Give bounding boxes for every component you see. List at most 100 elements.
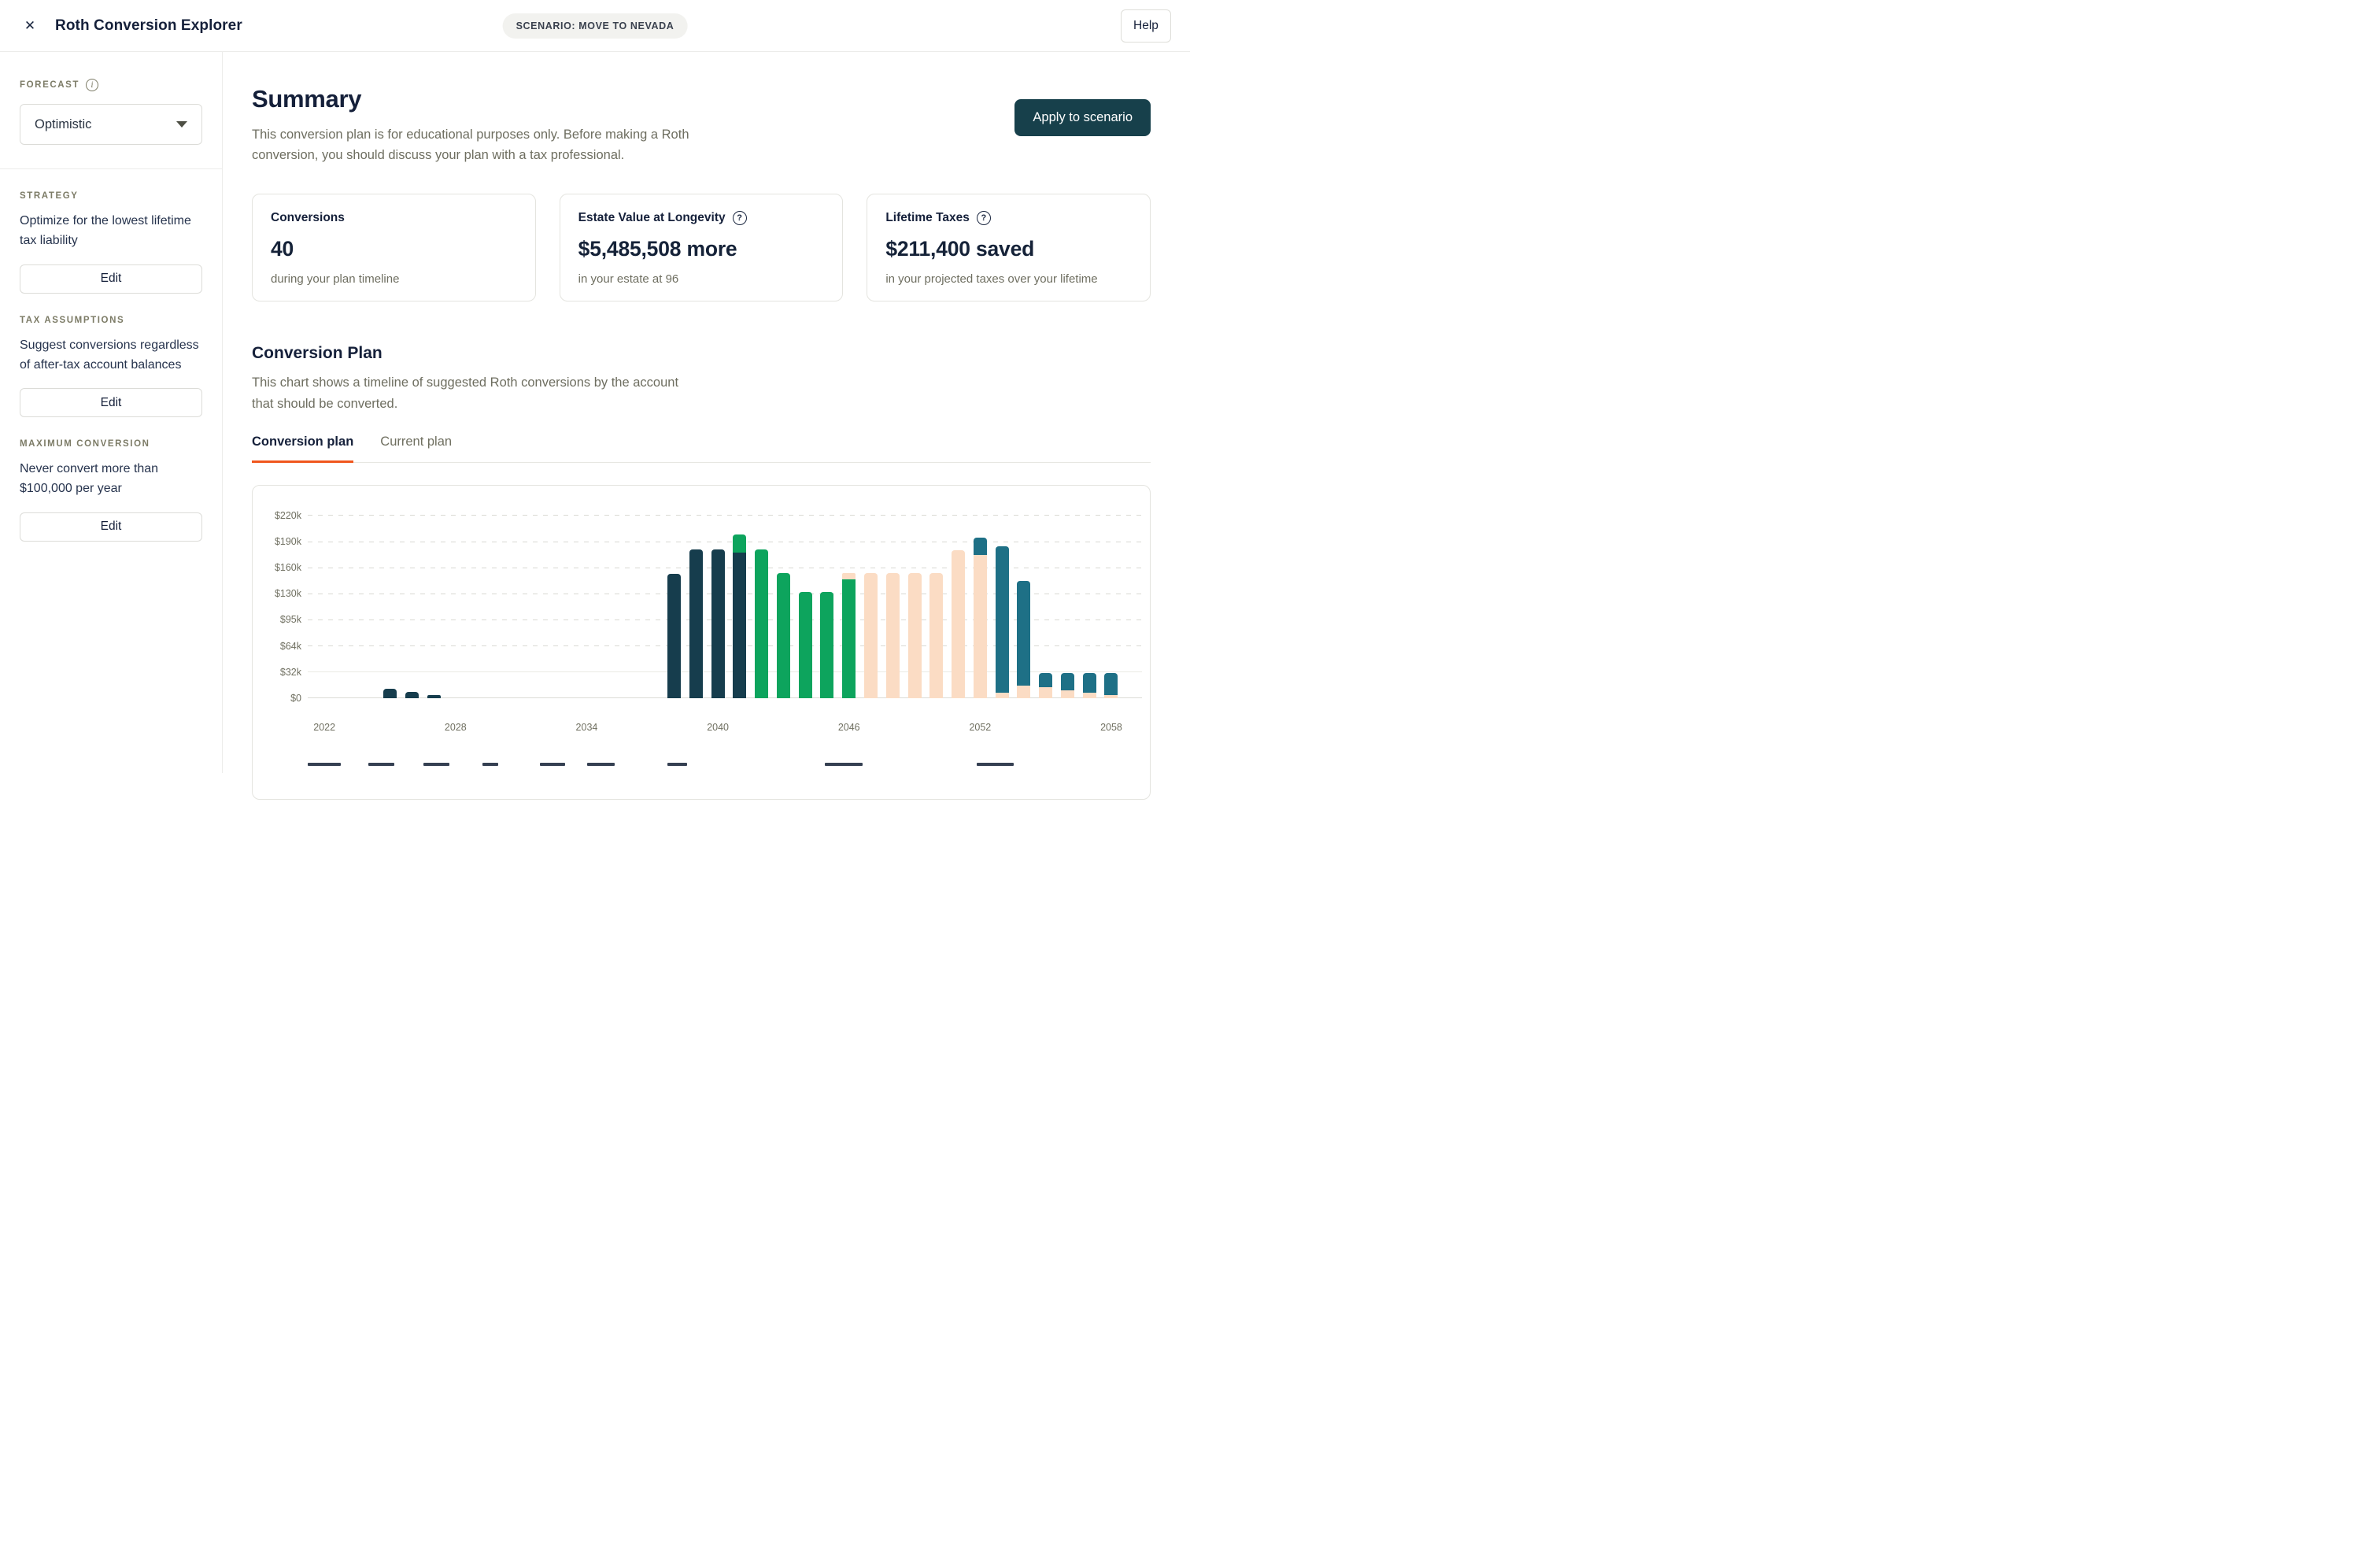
apply-to-scenario-button[interactable]: Apply to scenario [1014,99,1151,136]
bar-2050-peach [929,573,943,698]
y-tick-label: $64k [280,641,301,652]
y-tick-label: $32k [280,667,301,678]
legend-item-clipped [482,763,498,766]
y-tick-label: $220k [275,510,301,521]
conversion-plan-description: This chart shows a timeline of suggested… [252,372,697,414]
forecast-label: FORECAST [20,80,79,90]
conversions-card-subtext: during your plan timeline [271,272,517,286]
scenario-badge: SCENARIO: MOVE TO NEVADA [503,13,688,39]
bar-2056-peach [1061,690,1074,698]
close-icon[interactable]: ✕ [19,15,41,37]
forecast-select[interactable]: Optimistic [20,104,202,145]
chevron-down-icon [176,121,187,128]
legend-item-clipped [587,763,615,766]
bar-2041-navy [733,553,746,698]
bar-2057-teal [1083,673,1096,693]
bar-2049-peach [908,573,922,698]
bar-2055-peach [1039,687,1052,698]
strategy-label: STRATEGY [20,191,202,201]
x-tick-label-2052: 2052 [969,722,991,733]
bar-2047-peach [864,573,878,698]
chart-x-axis-labels: 2022 2028 2034 2040 2046 2052 2058 [308,722,1142,738]
maximum-conversion-text: Never convert more than $100,000 per yea… [20,459,202,499]
bar-2053-teal [996,546,1009,693]
app-header: ✕ Roth Conversion Explorer SCENARIO: MOV… [0,0,1190,52]
bar-2057-peach [1083,693,1096,698]
legend-item-clipped [977,763,1014,766]
strategy-edit-button[interactable]: Edit [20,264,202,294]
info-icon[interactable]: i [86,79,98,91]
bar-2054-teal [1017,581,1030,686]
bar-2042-green [755,549,768,698]
conversion-plan-chart: $0$32k$64k$95k$130k$160k$190k$220k 20222… [252,485,1151,800]
estate-value-card-value: $5,485,508 more [578,237,825,261]
bar-2051-peach [952,550,965,698]
app-title: Roth Conversion Explorer [55,17,242,35]
x-tick-label-2058: 2058 [1100,722,1122,733]
bar-2056-teal [1061,673,1074,690]
maximum-conversion-label: MAXIMUM CONVERSION [20,439,202,449]
gridline-220k [308,515,1142,516]
sidebar-section-tax-assumptions: TAX ASSUMPTIONS Suggest conversions rega… [20,316,202,418]
y-tick-label: $160k [275,562,301,573]
bar-2053-peach [996,693,1009,698]
bar-2039-navy [689,549,703,698]
tax-assumptions-label: TAX ASSUMPTIONS [20,316,202,325]
page-title: Summary [252,85,707,113]
bar-2043-green [777,573,790,698]
lifetime-taxes-card-label: Lifetime Taxes [885,211,970,225]
x-tick-label-2028: 2028 [445,722,467,733]
conversion-plan-title: Conversion Plan [252,344,1151,363]
question-icon[interactable]: ? [977,211,991,225]
x-tick-label-2034: 2034 [576,722,598,733]
y-tick-label: $190k [275,536,301,547]
legend-item-clipped [308,763,341,766]
conversions-card-label: Conversions [271,211,345,225]
sidebar: FORECAST i Optimistic STRATEGY Optimize … [0,52,223,773]
x-tick-label-2040: 2040 [707,722,729,733]
question-icon[interactable]: ? [733,211,747,225]
forecast-selected-value: Optimistic [35,117,91,132]
sidebar-section-maximum-conversion: MAXIMUM CONVERSION Never convert more th… [20,439,202,542]
bar-2048-peach [886,573,900,698]
bar-2045-green [820,592,833,698]
bar-2041-green [733,534,746,553]
conversions-card-value: 40 [271,237,517,261]
chart-y-axis-labels: $0$32k$64k$95k$130k$160k$190k$220k [253,509,301,698]
legend-item-clipped [368,763,394,766]
lifetime-taxes-card-subtext: in your projected taxes over your lifeti… [885,272,1132,286]
tab-current-plan[interactable]: Current plan [380,435,452,462]
conversions-card: Conversions 40 during your plan timeline [252,194,536,301]
bar-2055-teal [1039,673,1052,688]
bar-2058-teal [1104,673,1118,695]
plan-tabs: Conversion plan Current plan [252,435,1151,463]
legend-clipped-row [253,763,1150,767]
bar-2052-teal [974,538,987,555]
y-tick-label: $130k [275,588,301,599]
tab-conversion-plan[interactable]: Conversion plan [252,435,353,463]
legend-item-clipped [540,763,565,766]
sidebar-section-strategy: STRATEGY Optimize for the lowest lifetim… [20,191,202,294]
tax-assumptions-text: Suggest conversions regardless of after-… [20,335,202,375]
summary-disclaimer: This conversion plan is for educational … [252,125,707,165]
bar-2052-peach [974,555,987,698]
sidebar-divider [0,168,222,169]
estate-value-card: Estate Value at Longevity ? $5,485,508 m… [560,194,844,301]
bar-2058-peach [1104,695,1118,698]
help-button[interactable]: Help [1121,9,1171,43]
bar-2026-navy [405,692,419,698]
lifetime-taxes-card-value: $211,400 saved [885,237,1132,261]
chart-plot [308,509,1142,698]
maximum-conversion-edit-button[interactable]: Edit [20,512,202,542]
tax-assumptions-edit-button[interactable]: Edit [20,388,202,417]
estate-value-card-subtext: in your estate at 96 [578,272,825,286]
legend-item-clipped [825,763,863,766]
bar-2046-green [842,579,856,698]
strategy-text: Optimize for the lowest lifetime tax lia… [20,211,202,251]
x-tick-label-2022: 2022 [313,722,335,733]
bar-2044-green [799,592,812,698]
legend-item-clipped [423,763,449,766]
x-tick-label-2046: 2046 [838,722,860,733]
main-content: Summary This conversion plan is for educ… [223,52,1190,773]
bar-2046-peach [842,573,856,579]
